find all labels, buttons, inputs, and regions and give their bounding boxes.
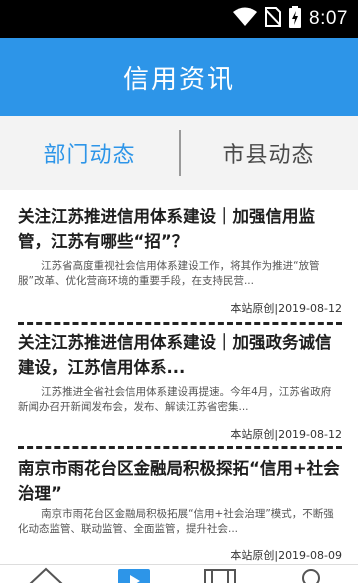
article-meta: 本站原创|2019-08-12 <box>230 428 342 441</box>
tab-label: 市县动态 <box>222 143 315 168</box>
status-icons: 8:07 <box>233 6 348 32</box>
article-list[interactable]: 关注江苏推进信用体系建设｜加强信用监管，江苏有哪些“招”？ 江苏省高度重视社会信… <box>0 190 358 564</box>
table-icon[interactable] <box>202 567 238 583</box>
article-title[interactable]: 关注江苏推进信用体系建设｜加强政务诚信建设，江苏信用体系... <box>18 330 340 380</box>
bottom-navigation <box>0 564 358 583</box>
battery-charging-icon <box>289 6 302 32</box>
no-sim-icon <box>264 7 282 31</box>
status-time: 8:07 <box>309 8 348 29</box>
divider <box>18 446 342 449</box>
tab-department-news[interactable]: 部门动态 <box>0 116 179 190</box>
article-title[interactable]: 关注江苏推进信用体系建设｜加强信用监管，江苏有哪些“招”？ <box>18 204 340 254</box>
divider <box>18 322 342 325</box>
article-item[interactable]: 南京市雨花台区金融局积极探拓“信用+社会治理” 南京市雨花台区金融局积极拓展“信… <box>0 456 358 564</box>
tab-label: 部门动态 <box>43 143 136 168</box>
article-summary: 江苏推进全省社会信用体系建设再提速。今年4月，江苏省政府新闻办召开新闻发布会，发… <box>18 386 332 413</box>
article-item[interactable]: 关注江苏推进信用体系建设｜加强信用监管，江苏有哪些“招”？ 江苏省高度重视社会信… <box>0 204 358 328</box>
tab-bar: 部门动态 市县动态 <box>0 116 358 190</box>
page-title: 信用资讯 <box>122 64 235 95</box>
article-meta: 本站原创|2019-08-12 <box>230 302 342 315</box>
wifi-icon <box>233 7 258 31</box>
user-icon[interactable] <box>296 567 326 583</box>
app-bar: 信用资讯 <box>0 38 358 116</box>
article-summary: 江苏省高度重视社会信用体系建设工作，将其作为推进“放管服”改革、优化营商环境的重… <box>18 260 320 287</box>
play-icon[interactable] <box>116 567 152 583</box>
home-icon[interactable] <box>28 567 64 583</box>
tab-city-county-news[interactable]: 市县动态 <box>179 116 358 190</box>
article-meta: 本站原创|2019-08-09 <box>230 549 342 562</box>
article-item[interactable]: 关注江苏推进信用体系建设｜加强政务诚信建设，江苏信用体系... 江苏推进全省社会… <box>0 330 358 450</box>
status-bar: 8:07 <box>0 0 358 38</box>
article-title[interactable]: 南京市雨花台区金融局积极探拓“信用+社会治理” <box>18 456 340 506</box>
article-summary: 南京市雨花台区金融局积极拓展“信用+社会治理”模式，不断强化动态监管、联动监管、… <box>18 508 334 535</box>
